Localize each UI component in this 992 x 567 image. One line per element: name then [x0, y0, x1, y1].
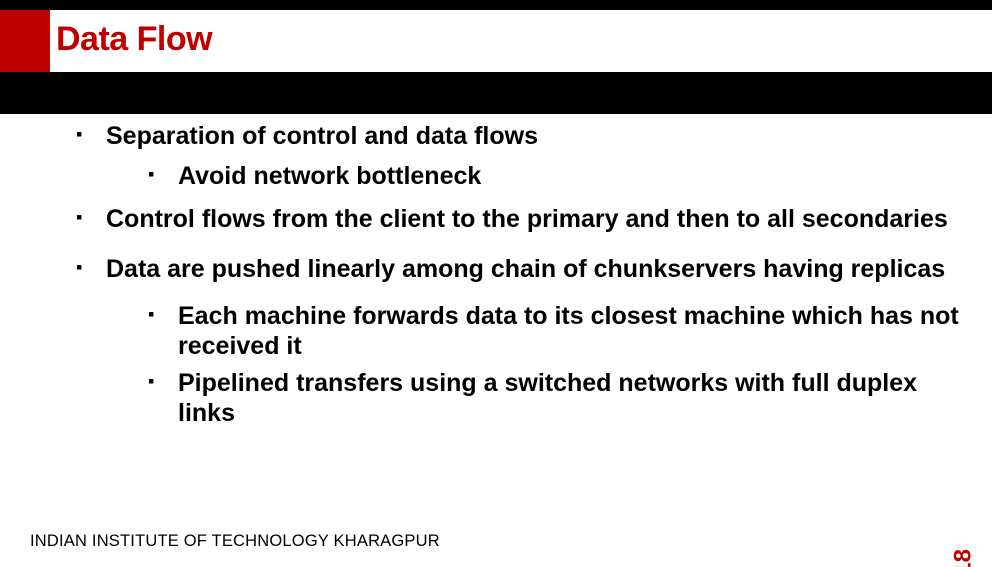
- sub-bullet-item: Pipelined transfers using a switched net…: [106, 369, 970, 428]
- bullet-text: Pipelined transfers using a switched net…: [178, 369, 917, 427]
- bullet-item: Separation of control and data flows Avo…: [70, 122, 970, 191]
- slide-content: Separation of control and data flows Avo…: [70, 122, 970, 442]
- bullet-text: Avoid network bottleneck: [178, 162, 481, 190]
- page-number: 18: [950, 549, 978, 567]
- footer-text: INDIAN INSTITUTE OF TECHNOLOGY KHARAGPUR: [30, 532, 440, 551]
- slide: Data Flow Separation of control and data…: [0, 0, 992, 567]
- bullet-text: Control flows from the client to the pri…: [106, 205, 948, 233]
- sub-bullet-list: Avoid network bottleneck: [106, 162, 970, 192]
- sub-bullet-item: Each machine forwards data to its closes…: [106, 302, 970, 361]
- bullet-item: Control flows from the client to the pri…: [70, 205, 970, 235]
- bullet-text: Data are pushed linearly among chain of …: [106, 255, 945, 283]
- slide-title: Data Flow: [56, 20, 212, 59]
- title-underbar: [0, 72, 992, 114]
- sub-bullet-list: Each machine forwards data to its closes…: [106, 302, 970, 428]
- top-black-bar: [0, 0, 992, 10]
- title-accent-block: [0, 10, 50, 72]
- sub-bullet-item: Avoid network bottleneck: [106, 162, 970, 192]
- bullet-text: Each machine forwards data to its closes…: [178, 302, 959, 360]
- bullet-list: Separation of control and data flows Avo…: [70, 122, 970, 428]
- bullet-text: Separation of control and data flows: [106, 122, 538, 150]
- bullet-item: Data are pushed linearly among chain of …: [70, 255, 970, 429]
